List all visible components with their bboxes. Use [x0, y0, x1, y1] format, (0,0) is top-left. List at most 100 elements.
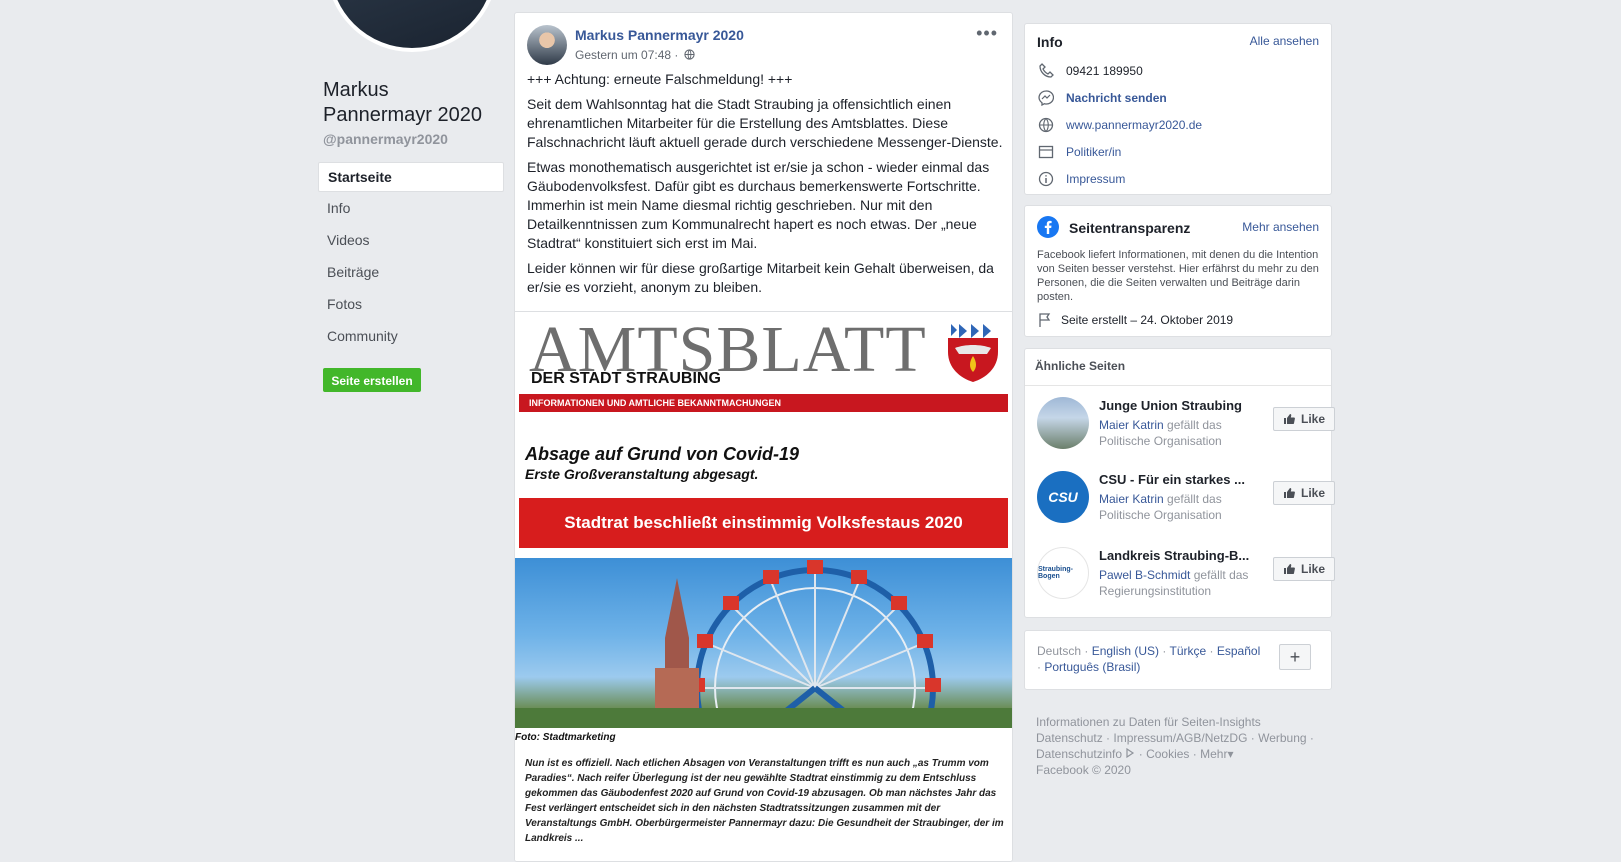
language-link[interactable]: Português (Brasil) — [1044, 660, 1140, 674]
footer-link[interactable]: Cookies — [1146, 747, 1189, 761]
page-name[interactable]: Markus Pannermayr 2020 — [323, 78, 503, 128]
similar-page-name[interactable]: Junge Union Straubing — [1099, 398, 1251, 413]
article-subheadline: Erste Großveranstaltung abgesagt. — [525, 466, 759, 482]
thumbs-up-icon — [1283, 564, 1295, 574]
adchoices-icon — [1126, 747, 1135, 759]
similar-page-avatar[interactable]: CSU — [1037, 471, 1089, 523]
footer-link[interactable]: Datenschutzinfo — [1036, 747, 1122, 761]
like-button[interactable]: Like — [1273, 407, 1335, 431]
banner-text: Stadtrat beschließt einstimmig Volksfest… — [564, 513, 963, 532]
friend-name[interactable]: Maier Katrin — [1099, 492, 1164, 506]
similar-page-avatar[interactable] — [1037, 397, 1089, 449]
language-list: Deutsch · English (US) · Türkçe · Españo… — [1037, 644, 1261, 674]
post-paragraph: Seit dem Wahlsonntag hat die Stadt Strau… — [527, 96, 1003, 150]
add-language-button[interactable]: + — [1279, 644, 1311, 670]
post-options-menu[interactable]: ••• — [976, 23, 998, 44]
post-author-avatar[interactable] — [527, 25, 567, 65]
nav-item-beitraege[interactable]: Beiträge — [318, 256, 504, 288]
footer-link[interactable]: Mehr — [1200, 747, 1227, 761]
category-link[interactable]: Politiker/in — [1066, 145, 1121, 159]
language-link[interactable]: Español — [1217, 644, 1260, 658]
info-see-all-link[interactable]: Alle ansehen — [1250, 34, 1319, 48]
post-author[interactable]: Markus Pannermayr 2020 — [575, 27, 744, 43]
create-page-button[interactable]: Seite erstellen — [323, 368, 421, 392]
info-row-message[interactable]: Nachricht senden — [1037, 88, 1167, 108]
page-handle[interactable]: @pannermayr2020 — [323, 131, 448, 147]
footer-link[interactable]: Werbung — [1258, 731, 1306, 745]
similar-page-name[interactable]: CSU - Für ein starkes ... — [1099, 472, 1251, 487]
website-link[interactable]: www.pannermayr2020.de — [1066, 118, 1202, 132]
info-row-category[interactable]: Politiker/in — [1037, 142, 1121, 162]
info-row-impressum[interactable]: Impressum — [1037, 169, 1125, 189]
send-message-link[interactable]: Nachricht senden — [1066, 91, 1167, 105]
ferris-wheel-illustration — [515, 560, 1012, 728]
liked-text: gefällt das — [1167, 492, 1222, 506]
csu-logo: CSU — [1048, 489, 1078, 505]
similar-page-item: Junge Union Straubing Maier Katrin gefäl… — [1037, 397, 1335, 457]
landkreis-logo: Straubing-Bogen — [1038, 566, 1073, 580]
footer-link[interactable]: Datenschutz — [1036, 731, 1103, 745]
similar-page-desc: Maier Katrin gefällt das Politische Orga… — [1099, 417, 1249, 449]
language-link[interactable]: English (US) — [1092, 644, 1159, 658]
info-row-phone: 09421 189950 — [1037, 61, 1143, 81]
messenger-icon — [1037, 89, 1055, 107]
post-text: +++ Achtung: erneute Falschmeldung! +++ … — [527, 70, 1003, 303]
like-label: Like — [1300, 486, 1325, 500]
post-paragraph: Leider können wir für diese großartige M… — [527, 260, 994, 295]
page-category: Regierungsinstitution — [1099, 584, 1212, 598]
similar-page-avatar[interactable]: Straubing-Bogen — [1037, 547, 1089, 599]
nav-item-videos[interactable]: Videos — [318, 224, 504, 256]
category-icon — [1037, 143, 1055, 161]
friend-name[interactable]: Maier Katrin — [1099, 418, 1164, 432]
page-category: Politische Organisation — [1099, 508, 1222, 522]
similar-pages-card: Ähnliche Seiten Junge Union Straubing Ma… — [1024, 348, 1335, 618]
friend-name[interactable]: Pawel B-Schmidt — [1099, 568, 1190, 582]
facebook-logo-icon — [1037, 216, 1059, 238]
similar-page-desc: Pawel B-Schmidt gefällt das Regierungsin… — [1099, 567, 1249, 599]
post-paragraph: +++ Achtung: erneute Falschmeldung! +++ — [527, 71, 793, 87]
footer-copyright: Facebook © 2020 — [1036, 763, 1131, 777]
article-headline: Absage auf Grund von Covid-19 — [525, 444, 800, 464]
page-created-text: Seite erstellt – 24. Oktober 2019 — [1061, 313, 1234, 327]
amtsblatt-subtitle: DER STADT STRAUBING — [531, 370, 721, 387]
transparency-card: Seitentransparenz Mehr ansehen Facebook … — [1024, 205, 1332, 337]
footer-link[interactable]: Impressum/AGB/NetzDG — [1113, 731, 1247, 745]
page-profile-picture[interactable] — [326, 0, 498, 52]
like-button[interactable]: Like — [1273, 481, 1335, 505]
info-card: Info Alle ansehen 09421 189950 Nachricht… — [1024, 23, 1332, 195]
info-row-website[interactable]: www.pannermayr2020.de — [1037, 115, 1202, 135]
language-link[interactable]: Türkçe — [1170, 644, 1207, 658]
ferris-wheel-photo — [515, 558, 1012, 728]
impressum-link[interactable]: Impressum — [1066, 172, 1125, 186]
transparency-see-more-link[interactable]: Mehr ansehen — [1242, 220, 1319, 234]
language-card: Deutsch · English (US) · Türkçe · Españo… — [1024, 630, 1332, 690]
thumbs-up-icon — [1283, 414, 1295, 424]
dropdown-caret-icon: ▾ — [1227, 747, 1234, 761]
nav-item-community[interactable]: Community — [318, 320, 504, 352]
page-category: Politische Organisation — [1099, 434, 1222, 448]
similar-page-name[interactable]: Landkreis Straubing-B... — [1099, 548, 1251, 563]
post-paragraph: Etwas monothematisch ausgerichtet ist er… — [527, 159, 990, 251]
page-created-row: Seite erstellt – 24. Oktober 2019 — [1037, 312, 1233, 328]
like-button[interactable]: Like — [1273, 557, 1335, 581]
coat-of-arms-icon — [948, 322, 998, 382]
footer: Informationen zu Daten für Seiten-Insigh… — [1036, 714, 1336, 778]
info-icon — [1037, 170, 1055, 188]
globe-icon — [684, 49, 695, 60]
post-card: Markus Pannermayr 2020 Gestern um 07:48 … — [514, 12, 1013, 862]
similar-pages-title: Ähnliche Seiten — [1035, 359, 1126, 373]
globe-icon — [1037, 116, 1055, 134]
red-banner: Stadtrat beschließt einstimmig Volksfest… — [519, 498, 1008, 548]
post-timestamp[interactable]: Gestern um 07:48 · — [575, 48, 695, 62]
transparency-title: Seitentransparenz — [1069, 220, 1191, 236]
similar-page-item: Straubing-Bogen Landkreis Straubing-B...… — [1037, 547, 1335, 607]
post-time-text[interactable]: Gestern um 07:48 · — [575, 48, 678, 62]
footer-insights-link[interactable]: Informationen zu Daten für Seiten-Insigh… — [1036, 714, 1336, 730]
nav-item-fotos[interactable]: Fotos — [318, 288, 504, 320]
liked-text: gefällt das — [1167, 418, 1222, 432]
post-image[interactable]: AMTSBLATT DER STADT STRAUBING INFORMATIO… — [515, 311, 1012, 861]
divider — [1025, 385, 1331, 386]
nav-item-startseite[interactable]: Startseite — [318, 162, 504, 192]
nav-item-info[interactable]: Info — [318, 192, 504, 224]
liked-text: gefällt das — [1193, 568, 1249, 582]
